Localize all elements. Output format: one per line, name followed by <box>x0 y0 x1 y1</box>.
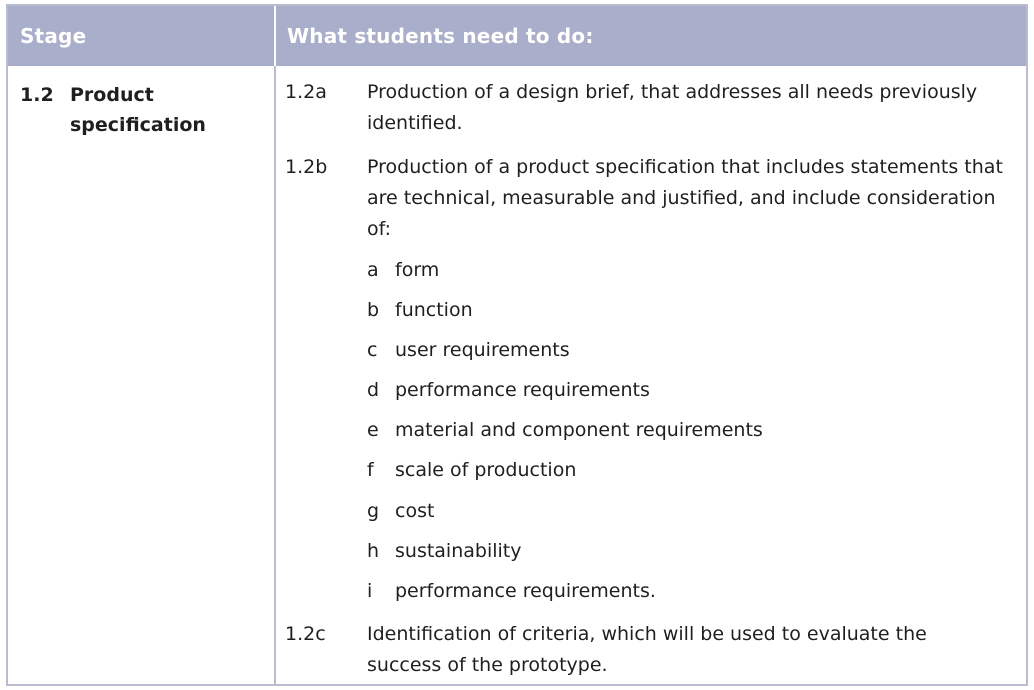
sub-item-letter: c <box>367 339 378 361</box>
stage-name: Product specification <box>70 84 206 136</box>
sub-item-text: form <box>395 259 440 281</box>
sub-item-letter: g <box>367 500 380 522</box>
item-text-1-2a: Production of a design brief, that addre… <box>367 81 978 134</box>
specification-table: Stage What students need to do: 1.2 Prod… <box>6 4 1028 686</box>
sub-item-text: performance requirements. <box>395 580 656 602</box>
sub-item-letter: a <box>367 259 379 281</box>
stage-column-header: Stage <box>20 24 87 48</box>
sub-item-text: function <box>395 299 473 321</box>
sub-item-text: cost <box>395 500 435 522</box>
table-header: Stage What students need to do: <box>8 6 1026 66</box>
header-column-divider <box>274 6 276 66</box>
tasks-column-header: What students need to do: <box>287 24 594 48</box>
sub-item: d performance requirements <box>367 376 650 404</box>
item-code-1-2c: 1.2c <box>285 623 326 645</box>
sub-item: a form <box>367 256 439 284</box>
sub-item-text: sustainability <box>395 540 522 562</box>
sub-item: c user requirements <box>367 336 570 364</box>
sub-item: g cost <box>367 497 434 525</box>
stage-number: 1.2 <box>20 84 54 106</box>
sub-item: f scale of production <box>367 456 576 484</box>
sub-item: h sustainability <box>367 537 522 565</box>
sub-item-letter: f <box>367 459 374 481</box>
sub-item-text: material and component requirements <box>395 419 763 441</box>
sub-item-letter: b <box>367 299 380 321</box>
item-code-1-2a: 1.2a <box>285 81 327 103</box>
sub-item-text: scale of production <box>395 459 577 481</box>
sub-item: i performance requirements. <box>367 577 656 605</box>
column-divider <box>274 66 276 684</box>
sub-item-letter: h <box>367 540 380 562</box>
sub-item: b function <box>367 296 473 324</box>
item-text-1-2c: Identification of criteria, which will b… <box>367 623 927 676</box>
sub-item-text: performance requirements <box>395 379 650 401</box>
item-code-1-2b: 1.2b <box>285 156 328 178</box>
sub-item-letter: d <box>367 379 380 401</box>
item-text-1-2b: Production of a product specification th… <box>367 156 1003 240</box>
sub-item-text: user requirements <box>395 339 570 361</box>
sub-item-letter: i <box>367 580 373 602</box>
sub-item-letter: e <box>367 419 379 441</box>
sub-item: e material and component requirements <box>367 416 763 444</box>
